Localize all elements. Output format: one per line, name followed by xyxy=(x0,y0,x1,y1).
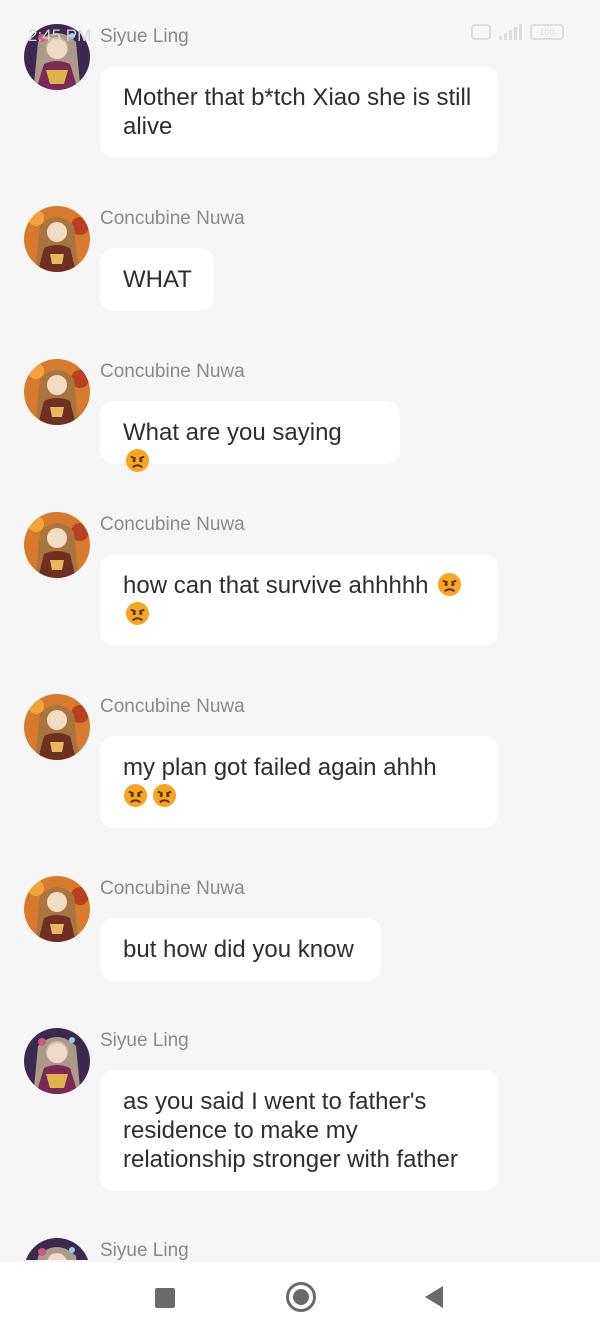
message-bubble[interactable]: my plan got failed again ahhh xyxy=(100,736,498,828)
back-icon[interactable] xyxy=(425,1286,443,1308)
sender-name: Concubine Nuwa xyxy=(100,514,245,535)
avatar[interactable] xyxy=(24,1028,90,1094)
message-text: as you said I went to father's residence… xyxy=(123,1088,458,1173)
message-text: WHAT xyxy=(123,266,192,293)
avatar-nuwa-image xyxy=(24,694,90,760)
sender-name: Concubine Nuwa xyxy=(100,878,245,899)
message-text: but how did you know xyxy=(123,936,354,963)
message-text: my plan got failed again ahhh xyxy=(123,754,437,781)
sender-name: Siyue Ling xyxy=(100,1030,189,1051)
sender-name: Siyue Ling xyxy=(100,1240,189,1261)
avatar-nuwa-image xyxy=(24,206,90,272)
avatar[interactable] xyxy=(24,876,90,942)
message-text: Mother that b*tch Xiao she is still aliv… xyxy=(123,84,472,140)
message-text: how can that survive ahhhhh xyxy=(123,572,429,599)
message-bubble[interactable]: Mother that b*tch Xiao she is still aliv… xyxy=(100,66,498,158)
battery-icon: 100 xyxy=(530,24,564,40)
message-text: What are you saying xyxy=(123,419,342,446)
angry-face-emoji xyxy=(438,572,462,597)
angry-face-emoji xyxy=(152,783,177,808)
message-bubble[interactable]: What are you saying xyxy=(100,401,400,473)
angry-face-emoji xyxy=(125,448,150,473)
avatar-nuwa-image xyxy=(24,512,90,578)
status-icons: 100 xyxy=(471,24,564,40)
avatar[interactable] xyxy=(24,512,90,578)
navigation-bar xyxy=(0,1262,600,1333)
angry-face-emoji xyxy=(123,783,148,808)
avatar[interactable] xyxy=(24,359,90,425)
message-bubble[interactable]: but how did you know xyxy=(100,918,381,981)
avatar-nuwa-image xyxy=(24,359,90,425)
status-time: 2:45 PM xyxy=(28,26,92,45)
message-bubble[interactable]: how can that survive ahhhhh xyxy=(100,554,498,646)
status-bar: 2:45 PM 100 xyxy=(0,0,600,56)
message-bubble[interactable]: WHAT xyxy=(100,248,214,311)
home-icon[interactable] xyxy=(286,1282,316,1312)
angry-face-emoji xyxy=(125,601,150,626)
avatar[interactable] xyxy=(24,206,90,272)
message-bubble[interactable]: as you said I went to father's residence… xyxy=(100,1070,498,1191)
sender-name: Concubine Nuwa xyxy=(100,361,245,382)
recent-apps-icon[interactable] xyxy=(155,1288,175,1308)
avatar-nuwa-image xyxy=(24,876,90,942)
sender-name: Concubine Nuwa xyxy=(100,696,245,717)
hd-icon xyxy=(471,24,491,40)
avatar[interactable] xyxy=(24,694,90,760)
signal-icon xyxy=(499,24,522,40)
sender-name: Concubine Nuwa xyxy=(100,208,245,229)
avatar-siyue-image xyxy=(24,1028,90,1094)
